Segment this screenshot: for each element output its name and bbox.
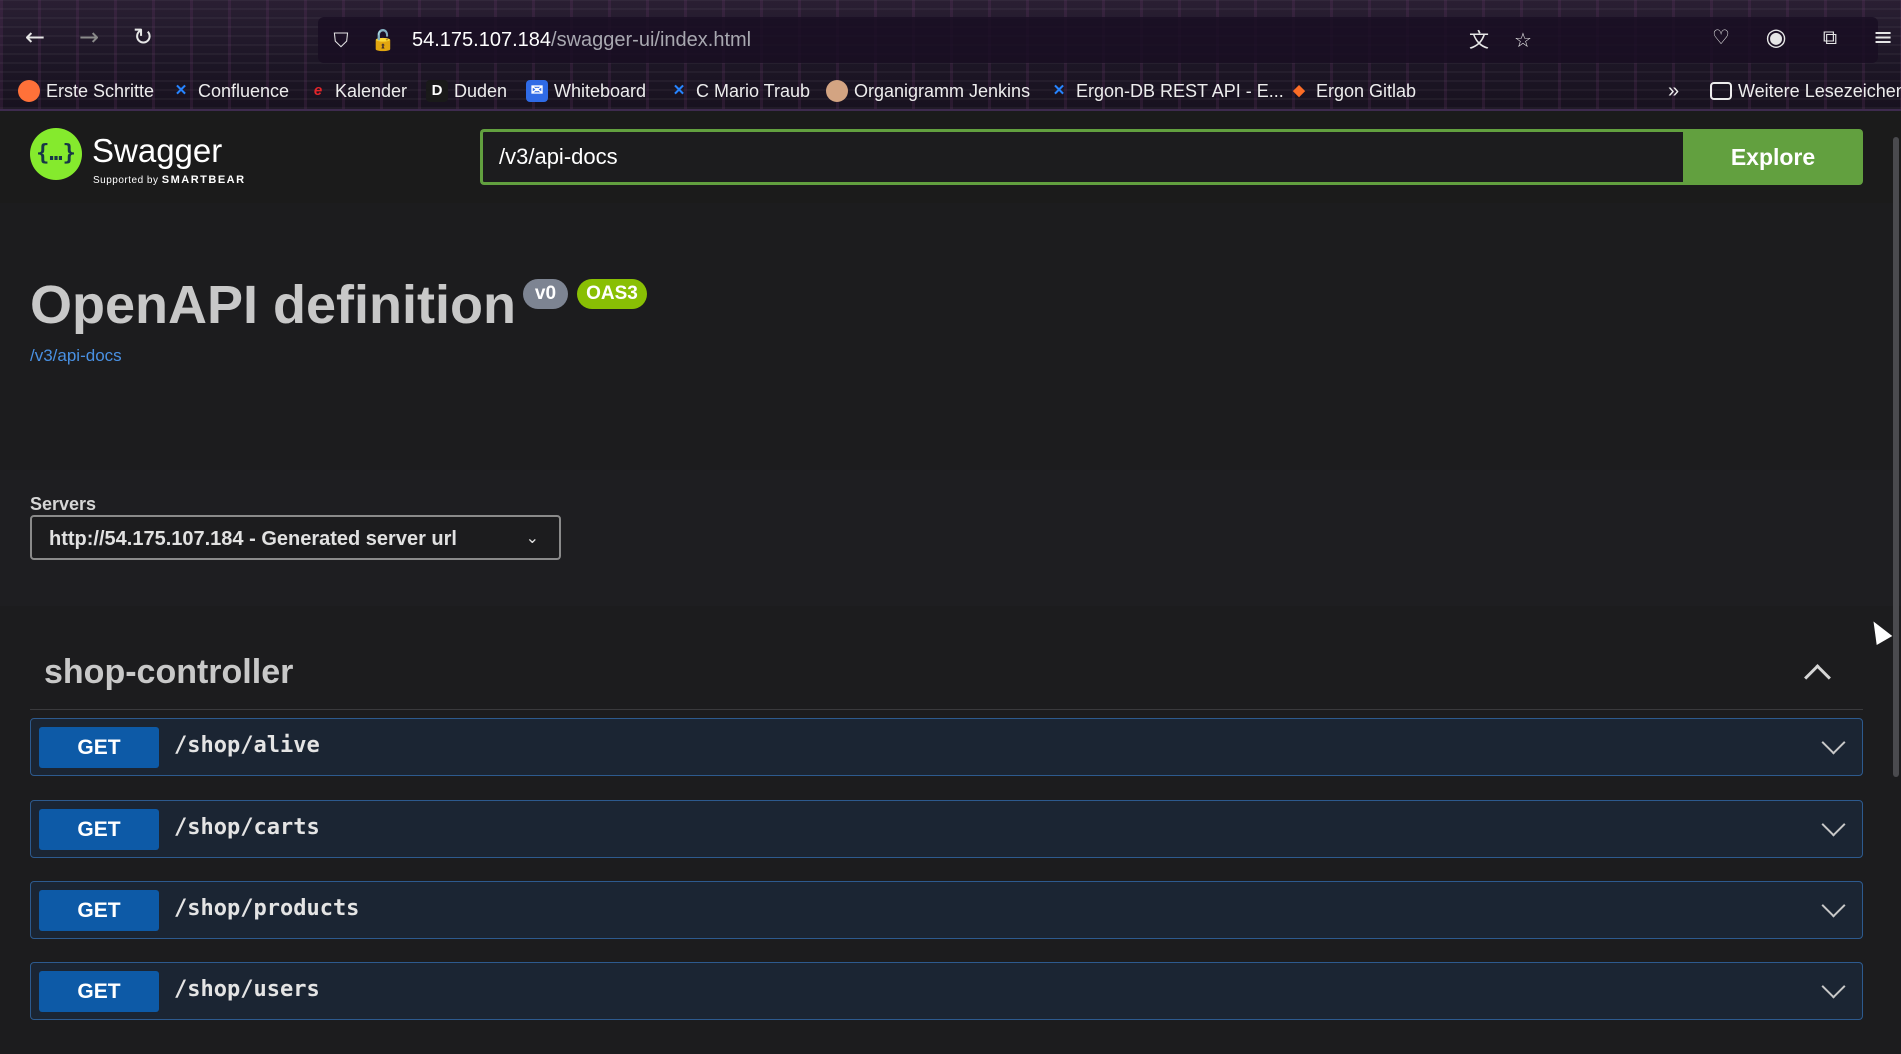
- pocket-icon[interactable]: ♡: [1706, 22, 1736, 52]
- vertical-scrollbar[interactable]: [1893, 137, 1899, 777]
- spec-link[interactable]: /v3/api-docs: [30, 346, 122, 366]
- confluence-icon: ✕: [672, 82, 686, 99]
- address-bar[interactable]: ⛉ 🔓 54.175.107.184/swagger-ui/index.html…: [318, 17, 1878, 63]
- chevron-down-icon[interactable]: [1818, 816, 1848, 846]
- shield-icon[interactable]: ⛉: [328, 27, 354, 53]
- insecure-lock-icon[interactable]: 🔓: [370, 27, 396, 53]
- bookmark-item[interactable]: e Kalender: [307, 78, 407, 104]
- operation-path: /shop/carts: [174, 815, 320, 840]
- whiteboard-icon: ✉: [526, 80, 548, 102]
- bookmark-item[interactable]: ◆ Ergon Gitlab: [1288, 78, 1416, 104]
- calendar-e-icon: e: [313, 82, 323, 99]
- menu-icon[interactable]: ≡: [1868, 22, 1898, 52]
- api-title: OpenAPI definition: [30, 275, 516, 335]
- method-badge: GET: [39, 890, 159, 931]
- confluence-icon: ✕: [1052, 82, 1066, 99]
- bookmark-item[interactable]: Organigramm Jenkins: [826, 78, 1030, 104]
- bookmarks-bar: Erste Schritte ✕ Confluence e Kalender D Du…: [0, 78, 1901, 104]
- servers-select[interactable]: http://54.175.107.184 - Generated server…: [30, 515, 561, 560]
- url-host: 54.175.107.184: [412, 29, 552, 51]
- extensions-icon[interactable]: ⧉: [1815, 22, 1845, 52]
- translate-icon[interactable]: 文: [1466, 27, 1492, 53]
- swagger-logo-icon[interactable]: {…}: [30, 128, 82, 180]
- bookmark-item[interactable]: ✕ Confluence: [170, 78, 289, 104]
- firefox-icon: [18, 80, 40, 102]
- bookmark-item[interactable]: ✉ Whiteboard: [526, 78, 646, 104]
- chevron-down-icon[interactable]: [1818, 897, 1848, 927]
- operation-row[interactable]: GET /shop/products: [30, 881, 1863, 939]
- bookmark-item[interactable]: Erste Schritte: [18, 78, 154, 104]
- bookmark-item[interactable]: ✕ Ergon-DB REST API - E...: [1048, 78, 1284, 104]
- servers-selected-value: http://54.175.107.184 - Generated server…: [49, 528, 457, 550]
- url-path: /swagger-ui/index.html: [551, 29, 752, 51]
- method-badge: GET: [39, 809, 159, 850]
- operation-path: /shop/alive: [174, 733, 320, 758]
- browser-toolbar: ← → ↻ ⛉ 🔓 54.175.107.184/swagger-ui/inde…: [0, 0, 1901, 111]
- confluence-icon: ✕: [174, 82, 188, 99]
- servers-section: Servers http://54.175.107.184 - Generate…: [0, 470, 1901, 606]
- gitlab-icon: ◆: [1293, 82, 1305, 99]
- servers-label: Servers: [30, 494, 97, 514]
- bookmark-folder[interactable]: Weitere Lesezeichen: [1710, 78, 1901, 104]
- reload-icon[interactable]: ↻: [128, 22, 158, 52]
- back-arrow-icon[interactable]: ←: [20, 22, 50, 52]
- tag-title: shop-controller: [44, 653, 294, 691]
- operation-row[interactable]: GET /shop/users: [30, 962, 1863, 1020]
- logo-subtitle: Supported by SMARTBEAR: [93, 174, 246, 186]
- duden-icon: D: [426, 80, 448, 102]
- swagger-topbar: {…} Swagger Supported by SMARTBEAR Explo…: [0, 111, 1901, 203]
- account-icon[interactable]: ◉: [1761, 22, 1791, 52]
- operation-path: /shop/products: [174, 896, 360, 921]
- forward-arrow-icon[interactable]: →: [74, 22, 104, 52]
- bookmark-item[interactable]: D Duden: [426, 78, 507, 104]
- tag-header[interactable]: shop-controller: [30, 640, 1863, 710]
- operation-path: /shop/users: [174, 977, 320, 1002]
- explore-button[interactable]: Explore: [1683, 129, 1863, 185]
- chevron-up-icon[interactable]: [1803, 658, 1829, 684]
- operation-row[interactable]: GET /shop/carts: [30, 800, 1863, 858]
- chevron-down-icon[interactable]: [1818, 978, 1848, 1008]
- jenkins-icon: [826, 80, 848, 102]
- oas-badge: OAS3: [577, 279, 647, 309]
- url-text[interactable]: 54.175.107.184/swagger-ui/index.html: [412, 29, 751, 52]
- chevron-down-icon[interactable]: [1818, 734, 1848, 764]
- method-badge: GET: [39, 727, 159, 768]
- chevron-down-icon: ⌄: [525, 528, 539, 547]
- bookmark-item[interactable]: ✕ C Mario Traub: [668, 78, 810, 104]
- version-badge: v0: [523, 279, 568, 309]
- spec-url-input[interactable]: [480, 129, 1684, 185]
- folder-icon: [1710, 82, 1732, 100]
- star-bookmark-icon[interactable]: ☆: [1510, 27, 1536, 53]
- mouse-cursor-icon: [1865, 616, 1893, 646]
- logo-name: Swagger: [92, 132, 223, 169]
- bookmarks-overflow-icon[interactable]: »: [1668, 78, 1679, 104]
- method-badge: GET: [39, 971, 159, 1012]
- operation-row[interactable]: GET /shop/alive: [30, 718, 1863, 776]
